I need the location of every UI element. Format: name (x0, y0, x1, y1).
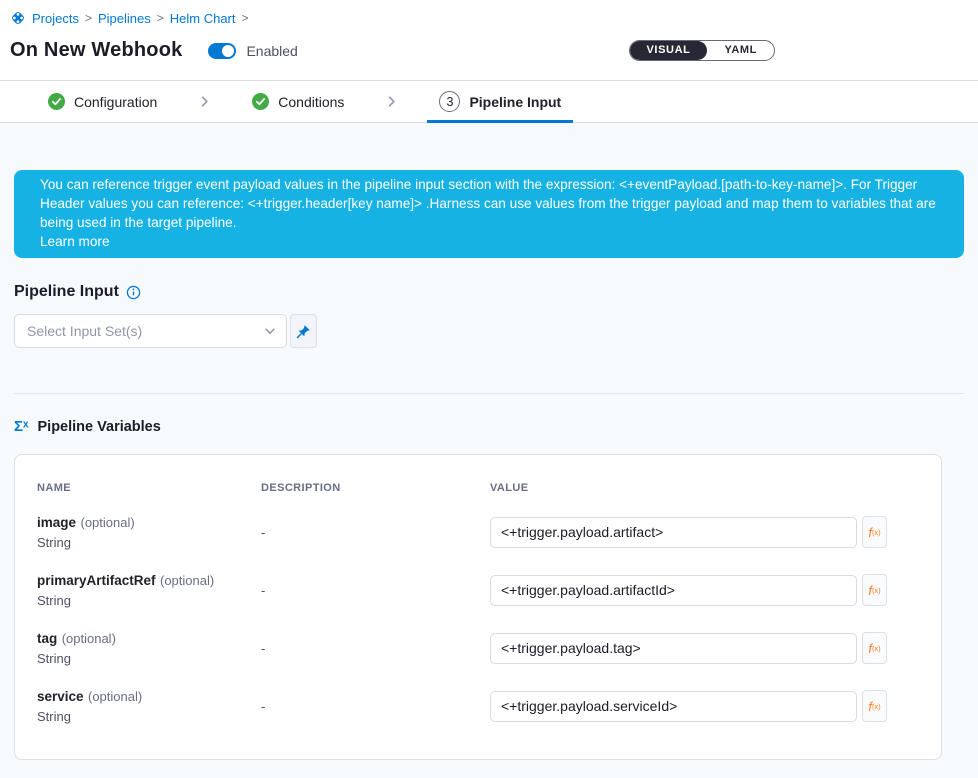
pipeline-input-heading: Pipeline Input (14, 283, 119, 301)
main-content: You can reference trigger event payload … (0, 123, 978, 778)
visual-yaml-switch: VISUAL YAML (629, 40, 776, 61)
step-number-badge: 3 (439, 91, 460, 112)
variable-description: - (261, 583, 490, 598)
chevron-right-icon (384, 81, 399, 122)
fx-sub: (x) (872, 528, 881, 537)
page-header: Projects > Pipelines > Helm Chart > On N… (0, 0, 978, 80)
variable-description: - (261, 641, 490, 656)
expression-fx-button[interactable]: f(x) (862, 690, 887, 722)
pipeline-variables-section-title: Σˣ Pipeline Variables (14, 418, 964, 435)
variable-description: - (261, 699, 490, 714)
variables-table-header: NAME DESCRIPTION VALUE (37, 482, 921, 494)
variable-row: primaryArtifactRef (optional) String - f… (37, 561, 921, 619)
variable-name: primaryArtifactRef (37, 573, 156, 588)
input-set-select-field[interactable] (14, 314, 287, 348)
variable-name-cell: primaryArtifactRef (optional) String (37, 572, 261, 608)
variable-value-cell: f(x) (490, 690, 921, 722)
variable-type: String (37, 709, 261, 724)
variable-description: - (261, 525, 490, 540)
variable-optional-tag: (optional) (160, 573, 214, 588)
sigma-variables-icon: Σˣ (14, 418, 29, 435)
input-set-row (14, 314, 964, 348)
chevron-right-icon (197, 81, 212, 122)
tab-pipeline-input[interactable]: 3 Pipeline Input (427, 81, 573, 122)
wizard-tabbar: Configuration Conditions 3 Pipeline Inpu… (0, 80, 978, 123)
expression-fx-button[interactable]: f(x) (862, 632, 887, 664)
variable-name: service (37, 689, 84, 704)
pipeline-variables-card: NAME DESCRIPTION VALUE image (optional) … (14, 454, 942, 760)
fx-sub: (x) (872, 586, 881, 595)
variable-type: String (37, 651, 261, 666)
column-header-name: NAME (37, 482, 261, 494)
check-circle-icon (48, 93, 65, 110)
check-circle-icon (252, 93, 269, 110)
pin-button[interactable] (290, 314, 317, 348)
tab-label: Conditions (278, 94, 344, 110)
variable-value-input[interactable] (490, 633, 857, 664)
pipeline-input-section-title: Pipeline Input (14, 283, 964, 301)
tab-label: Pipeline Input (469, 94, 561, 110)
column-header-description: DESCRIPTION (261, 482, 490, 494)
variable-type: String (37, 593, 261, 608)
variable-type: String (37, 535, 261, 550)
variable-name: tag (37, 631, 57, 646)
chevron-down-icon (263, 324, 277, 338)
variable-optional-tag: (optional) (80, 515, 134, 530)
expression-fx-button[interactable]: f(x) (862, 574, 887, 606)
fx-sub: (x) (872, 702, 881, 711)
variable-optional-tag: (optional) (88, 689, 142, 704)
breadcrumb: Projects > Pipelines > Helm Chart > (10, 10, 964, 26)
variable-value-input[interactable] (490, 517, 857, 548)
project-icon (10, 10, 26, 26)
variable-name-cell: service (optional) String (37, 688, 261, 724)
breadcrumb-item-projects[interactable]: Projects (32, 11, 79, 26)
breadcrumb-item-pipelines[interactable]: Pipelines (98, 11, 151, 26)
pipeline-variables-heading: Pipeline Variables (38, 419, 161, 435)
breadcrumb-item-helm-chart[interactable]: Helm Chart (170, 11, 236, 26)
variable-name: image (37, 515, 76, 530)
info-icon[interactable] (126, 285, 141, 300)
enabled-toggle[interactable] (208, 43, 236, 59)
title-row: On New Webhook Enabled VISUAL YAML (10, 39, 964, 80)
page-title: On New Webhook (10, 39, 182, 62)
variable-value-cell: f(x) (490, 632, 921, 664)
visual-tab-button[interactable]: VISUAL (630, 41, 708, 60)
banner-message: You can reference trigger event payload … (40, 175, 940, 232)
breadcrumb-separator: > (242, 11, 249, 25)
section-divider (14, 393, 964, 394)
expression-fx-button[interactable]: f(x) (862, 516, 887, 548)
pin-icon (296, 324, 311, 339)
variable-optional-tag: (optional) (62, 631, 116, 646)
enabled-label: Enabled (246, 43, 297, 59)
variable-value-input[interactable] (490, 575, 857, 606)
toggle-knob (222, 45, 234, 57)
variable-name-cell: tag (optional) String (37, 630, 261, 666)
tab-configuration[interactable]: Configuration (36, 81, 169, 122)
breadcrumb-separator: > (157, 11, 164, 25)
variable-value-cell: f(x) (490, 516, 921, 548)
variable-row: image (optional) String - f(x) (37, 503, 921, 561)
yaml-tab-button[interactable]: YAML (707, 41, 774, 60)
trigger-wizard-page: Projects > Pipelines > Helm Chart > On N… (0, 0, 978, 778)
variable-value-input[interactable] (490, 691, 857, 722)
input-set-select[interactable] (14, 314, 287, 348)
info-banner: You can reference trigger event payload … (14, 170, 964, 258)
variable-value-cell: f(x) (490, 574, 921, 606)
variable-row: service (optional) String - f(x) (37, 677, 921, 735)
variable-row: tag (optional) String - f(x) (37, 619, 921, 677)
tab-conditions[interactable]: Conditions (240, 81, 356, 122)
column-header-value: VALUE (490, 482, 921, 494)
variable-name-cell: image (optional) String (37, 514, 261, 550)
learn-more-link[interactable]: Learn more (40, 232, 110, 251)
tab-label: Configuration (74, 94, 157, 110)
breadcrumb-separator: > (85, 11, 92, 25)
fx-sub: (x) (872, 644, 881, 653)
